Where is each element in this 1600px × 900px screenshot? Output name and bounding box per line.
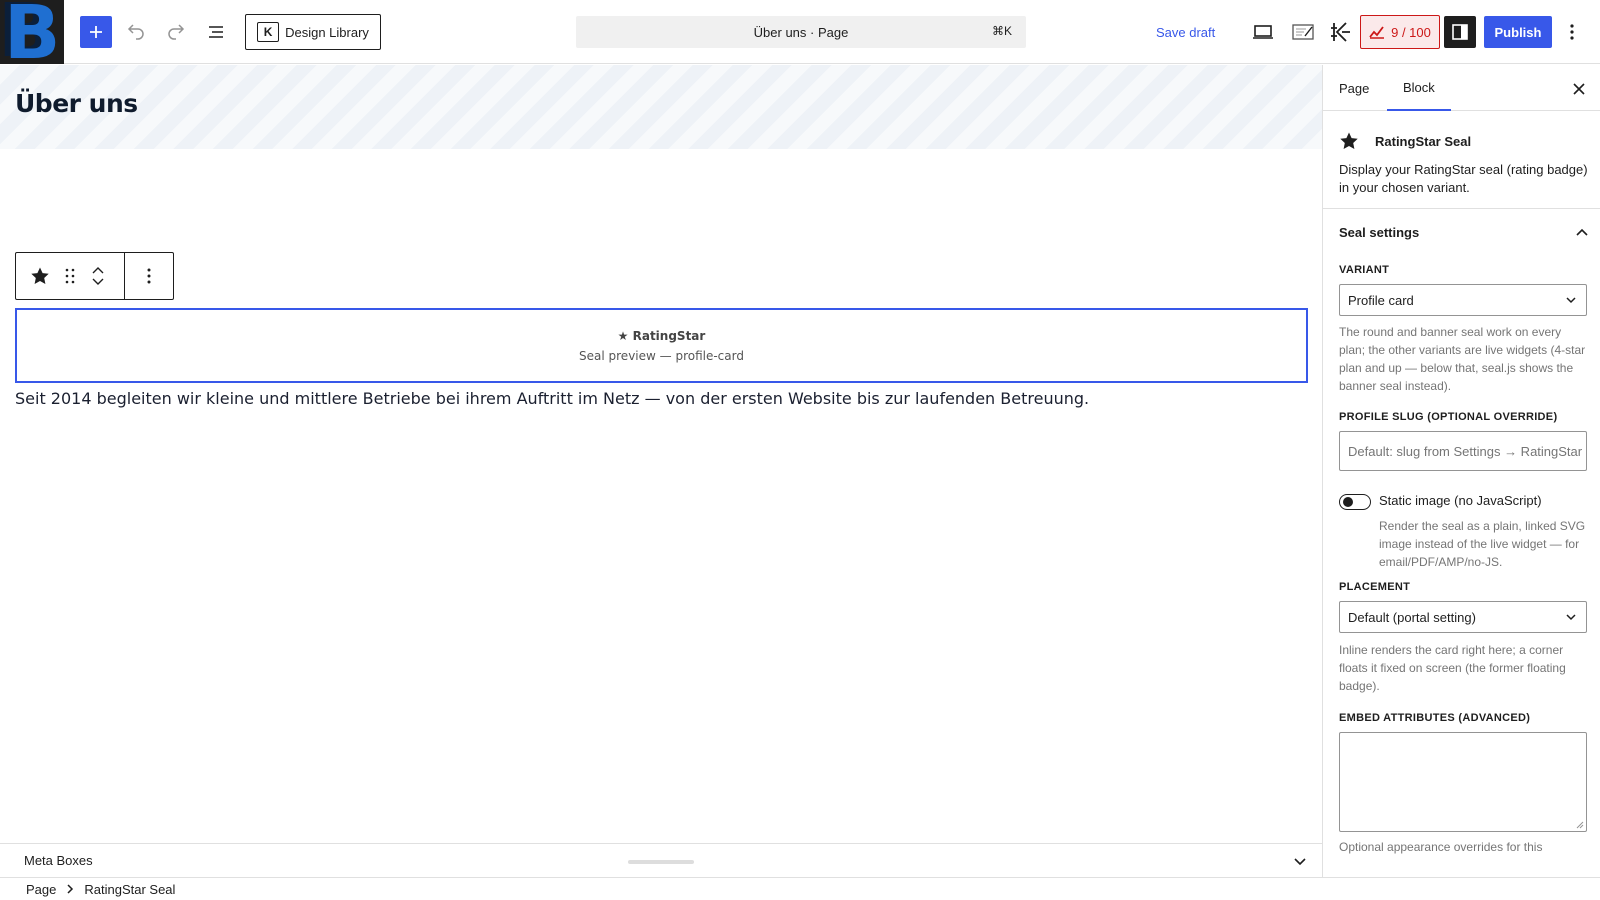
seal-preview-name: ★ RatingStar <box>617 328 706 343</box>
seo-score-value: 9 / 100 <box>1391 24 1431 40</box>
toggle-knob <box>1343 497 1353 507</box>
breadcrumb-block[interactable]: RatingStar Seal <box>84 882 175 897</box>
placement-select[interactable]: Default (portal setting) <box>1339 601 1587 633</box>
profile-slug-input[interactable] <box>1339 431 1587 471</box>
save-draft-button[interactable]: Save draft <box>1156 16 1215 48</box>
score-chart-icon <box>1369 26 1385 39</box>
profile-slug-label: Profile slug (optional override) <box>1339 411 1558 423</box>
variant-select[interactable]: Profile card <box>1339 284 1587 316</box>
block-toolbar-main-group <box>16 253 125 299</box>
undo-icon <box>127 24 144 40</box>
chevron-down-icon <box>1566 297 1576 304</box>
meta-boxes-panel[interactable]: Meta Boxes <box>0 843 1322 877</box>
command-palette-trigger[interactable]: Über uns · Page ⌘K <box>576 16 1026 48</box>
seal-settings-panel-toggle[interactable]: Seal settings <box>1339 220 1589 244</box>
add-block-button[interactable] <box>80 16 112 48</box>
variant-help: The round and banner seal work on every … <box>1339 325 1586 393</box>
tab-block[interactable]: Block <box>1387 65 1451 111</box>
embed-attributes-label: Embed attributes (advanced) <box>1339 712 1531 724</box>
site-logo-letter: B <box>4 0 60 64</box>
close-sidebar-button[interactable] <box>1567 77 1591 101</box>
list-view-icon <box>209 26 223 38</box>
placement-help: Inline renders the card right here; a co… <box>1339 643 1566 693</box>
kadence-icon <box>1331 22 1350 42</box>
command-shortcut: ⌘K <box>991 24 1012 38</box>
block-type-switcher[interactable] <box>26 262 54 290</box>
drag-handle-icon <box>65 268 75 284</box>
plus-icon <box>90 26 102 38</box>
undo-button[interactable] <box>120 16 152 48</box>
tab-page[interactable]: Page <box>1323 65 1385 111</box>
star-icon <box>31 267 49 284</box>
more-vertical-icon <box>147 268 151 284</box>
chevron-down-icon[interactable] <box>1290 852 1310 872</box>
seal-settings-title: Seal settings <box>1339 224 1420 240</box>
chevron-right-icon <box>66 884 74 894</box>
desktop-preview-icon <box>1253 25 1273 39</box>
placement-value: Default (portal setting) <box>1348 609 1476 625</box>
static-image-toggle[interactable] <box>1339 494 1371 510</box>
design-library-button[interactable]: K Design Library <box>245 14 381 50</box>
kadence-library-icon: K <box>257 22 280 42</box>
editor-canvas[interactable]: Über uns ★ RatingStar Seal preview — pro… <box>0 65 1322 843</box>
paragraph-block[interactable]: Seit 2014 begleiten wir kleine und mittl… <box>15 387 1315 411</box>
drag-handle[interactable] <box>60 262 80 290</box>
chevron-up-icon <box>1576 228 1588 236</box>
chevron-down-icon <box>1566 614 1576 621</box>
breadcrumb-page[interactable]: Page <box>26 882 56 897</box>
options-menu-button[interactable] <box>1560 16 1584 48</box>
variant-value: Profile card <box>1348 292 1414 308</box>
block-mover <box>86 256 110 296</box>
more-vertical-icon <box>1570 24 1574 40</box>
kadence-controls-button[interactable] <box>1324 16 1356 48</box>
static-image-help: Render the seal as a plain, linked SVG i… <box>1379 519 1586 569</box>
resize-grip-icon[interactable] <box>1576 821 1584 829</box>
block-card-header: RatingStar Seal <box>1339 129 1589 153</box>
settings-sidebar: Page Block RatingStar Seal Display your … <box>1322 65 1600 877</box>
ratingstar-seal-block[interactable]: ★ RatingStar Seal preview — profile-card <box>15 308 1308 383</box>
divider <box>1323 208 1600 209</box>
design-library-label: Design Library <box>285 24 369 40</box>
document-overview-button[interactable] <box>200 16 232 48</box>
close-icon <box>1573 83 1585 95</box>
block-card: RatingStar Seal Display your RatingStar … <box>1339 129 1589 197</box>
editor-header: B B K Design Library Über uns · Page ⌘K … <box>0 0 1600 64</box>
notes-button[interactable] <box>1287 16 1319 48</box>
placement-label: Placement <box>1339 581 1411 593</box>
redo-icon <box>168 24 185 40</box>
block-breadcrumb: Page RatingStar Seal <box>0 877 1600 900</box>
publish-button[interactable]: Publish <box>1484 16 1552 48</box>
page-title[interactable]: Über uns <box>15 89 138 118</box>
settings-sidebar-toggle[interactable] <box>1444 16 1476 48</box>
document-title: Über uns · Page <box>753 24 849 40</box>
star-icon <box>1340 132 1358 149</box>
preview-button[interactable] <box>1247 16 1279 48</box>
sidebar-tabs: Page Block <box>1323 65 1600 111</box>
seal-preview-subtitle: Seal preview — profile-card <box>579 348 744 363</box>
meta-boxes-label: Meta Boxes <box>24 853 93 868</box>
block-card-description: Display your RatingStar seal (rating bad… <box>1339 162 1588 195</box>
block-toolbar <box>15 252 174 300</box>
move-up-icon[interactable] <box>92 266 104 274</box>
embed-attributes-textarea[interactable] <box>1339 732 1587 832</box>
embed-attributes-help: Optional appearance overrides for this <box>1339 840 1543 854</box>
move-down-icon[interactable] <box>92 278 104 286</box>
meta-boxes-resize-handle[interactable] <box>628 860 694 864</box>
variant-label: Variant <box>1339 264 1390 276</box>
notepad-icon <box>1292 24 1314 40</box>
site-logo[interactable]: B B <box>0 0 64 64</box>
sidebar-icon <box>1452 24 1468 40</box>
block-card-title: RatingStar Seal <box>1375 133 1472 149</box>
seo-score-button[interactable]: 9 / 100 <box>1360 15 1440 49</box>
title-hero-band: Über uns <box>0 65 1322 149</box>
block-options-button[interactable] <box>125 253 173 299</box>
static-image-label[interactable]: Static image (no JavaScript) <box>1379 493 1542 508</box>
redo-button[interactable] <box>160 16 192 48</box>
